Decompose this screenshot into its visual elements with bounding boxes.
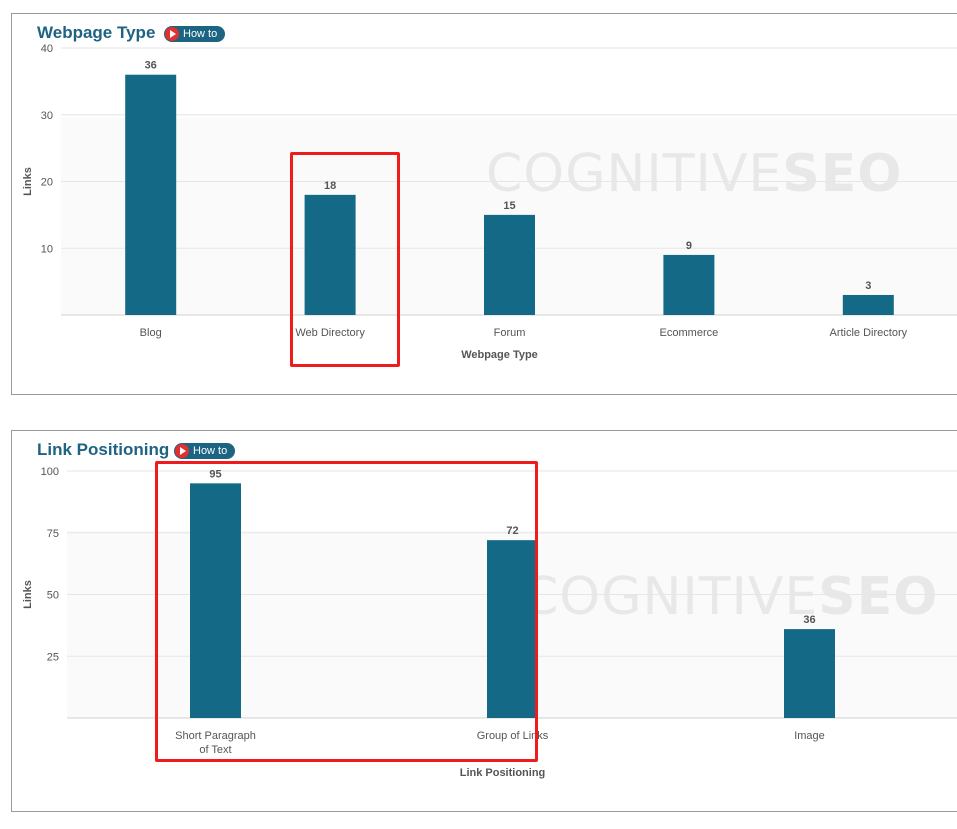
bar: [487, 540, 538, 718]
x-tick-label: Ecommerce: [660, 327, 719, 339]
y-tick-label: 50: [47, 590, 59, 602]
data-label: 3: [865, 280, 871, 292]
y-tick-label: 25: [47, 651, 59, 663]
webpage-type-title: Webpage Type: [37, 23, 156, 42]
webpage-type-chart: COGNITIVESEO 10 20 30 40 36 Blog 18 Web Director…: [22, 43, 957, 361]
link-positioning-chart: COGNITIVESEO 25 50 75 100 95 Short Paragraph of…: [22, 466, 957, 779]
bar: [304, 194, 356, 315]
bar: [125, 74, 177, 315]
link-positioning-howto-button[interactable]: How to: [174, 443, 236, 459]
y-tick-label: 10: [41, 243, 53, 255]
bar: [190, 483, 241, 718]
x-tick-label: Group of Links: [477, 730, 549, 742]
play-circle-icon: [175, 444, 189, 458]
data-label: 95: [209, 468, 221, 480]
y-axis-title: Links: [22, 580, 34, 609]
data-label: 9: [686, 240, 692, 252]
y-axis-title: Links: [22, 167, 34, 196]
data-label: 36: [803, 614, 815, 626]
cognitiveseo-watermark: COGNITIVESEO: [486, 144, 902, 204]
x-tick-label: Image: [794, 730, 825, 742]
link-positioning-title: Link Positioning: [37, 440, 170, 459]
data-label: 15: [503, 200, 515, 212]
howto-label: How to: [183, 28, 218, 40]
link-positioning-panel: Link Positioning How to COGNITIVESEO 25 50…: [11, 430, 957, 812]
x-tick-label: Forum: [494, 327, 526, 339]
x-tick-label: Web Directory: [295, 327, 365, 339]
bar: [784, 629, 835, 718]
bar: [663, 254, 715, 315]
data-label: 36: [145, 60, 157, 72]
bar: [842, 294, 894, 315]
x-tick-label: Short Paragraph: [175, 730, 256, 742]
y-tick-label: 75: [47, 528, 59, 540]
x-axis-title: Link Positioning: [460, 767, 546, 779]
x-tick-label: Blog: [140, 327, 162, 339]
x-tick-label: of Text: [199, 744, 231, 756]
play-circle-icon: [165, 27, 179, 41]
webpage-type-howto-button[interactable]: How to: [164, 26, 226, 42]
watermark-light-text: COGNITIVE: [522, 567, 818, 627]
webpage-type-panel: Webpage Type How to COGNITIVESEO 10 20 30 40…: [11, 13, 957, 395]
bar: [484, 214, 535, 315]
y-tick-label: 40: [41, 43, 53, 55]
watermark-bold-text: SEO: [818, 567, 938, 627]
data-label: 18: [324, 180, 336, 192]
x-tick-label: Article Directory: [829, 327, 907, 339]
howto-label: How to: [193, 445, 228, 457]
x-axis-title: Webpage Type: [461, 349, 538, 361]
data-label: 72: [506, 525, 518, 537]
y-tick-label: 30: [41, 110, 53, 122]
y-tick-label: 100: [41, 466, 59, 478]
watermark-light-text: COGNITIVE: [486, 144, 782, 204]
y-tick-label: 20: [41, 177, 53, 189]
cognitiveseo-watermark: COGNITIVESEO: [522, 567, 938, 627]
watermark-bold-text: SEO: [782, 144, 902, 204]
